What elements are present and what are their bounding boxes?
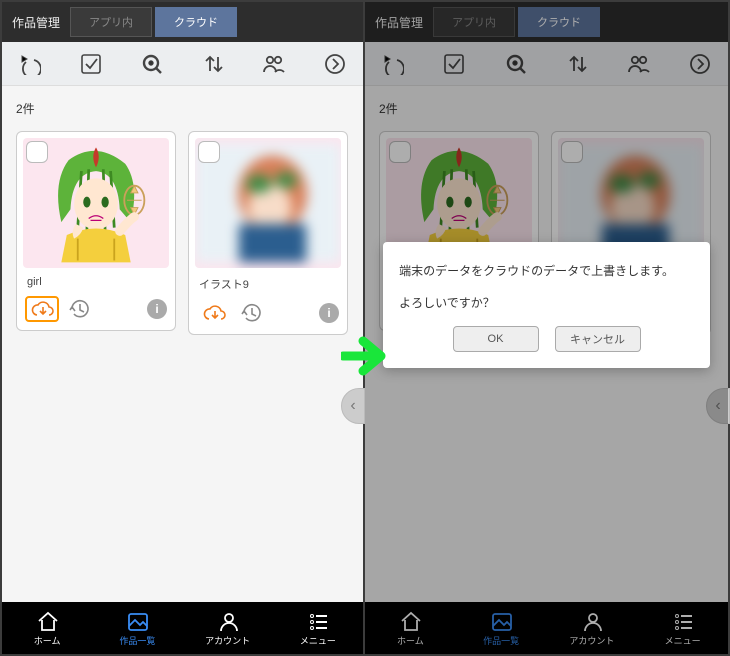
confirm-dialog: 端末のデータをクラウドのデータで上書きします。 よろしいですか？ OK キャンセ…	[383, 242, 710, 368]
search-icon[interactable]	[134, 46, 170, 82]
card-grid: girl i イラスト9	[2, 131, 363, 602]
select-checkbox[interactable]	[198, 141, 220, 163]
card-title: girl	[17, 274, 175, 292]
sort-icon[interactable]	[195, 46, 231, 82]
cloud-download-icon[interactable]	[25, 296, 59, 322]
share-people-icon[interactable]	[256, 46, 292, 82]
nav-label: 作品一覧	[119, 634, 155, 647]
header: 作品管理 アプリ内 クラウド	[2, 2, 363, 42]
nav-label: メニュー	[300, 634, 336, 647]
dialog-message-2: よろしいですか？	[399, 294, 694, 312]
select-all-icon[interactable]	[73, 46, 109, 82]
header-title: 作品管理	[2, 14, 70, 31]
card-girl[interactable]: girl i	[16, 131, 176, 331]
item-count: 2件	[2, 86, 363, 131]
nav-account[interactable]: アカウント	[183, 602, 273, 654]
screen-after: 作品管理 アプリ内 クラウド 2件 girl	[365, 2, 728, 654]
info-icon[interactable]: i	[319, 303, 339, 323]
bottom-nav: ホーム 作品一覧 アカウント メニュー	[2, 602, 363, 654]
screen-before: 作品管理 アプリ内 クラウド 2件 girl	[2, 2, 365, 654]
tab-cloud[interactable]: クラウド	[155, 7, 237, 37]
toolbar	[2, 42, 363, 86]
dialog-message-1: 端末のデータをクラウドのデータで上書きします。	[399, 262, 694, 280]
nav-label: ホーム	[34, 634, 61, 647]
ok-button[interactable]: OK	[453, 326, 539, 352]
card-illust9[interactable]: イラスト9 i	[188, 131, 348, 335]
cloud-download-icon[interactable]	[197, 300, 231, 326]
nav-home[interactable]: ホーム	[2, 602, 92, 654]
chevron-right-icon[interactable]	[317, 46, 353, 82]
nav-menu[interactable]: メニュー	[273, 602, 363, 654]
info-icon[interactable]: i	[147, 299, 167, 319]
nav-works[interactable]: 作品一覧	[92, 602, 182, 654]
cancel-button[interactable]: キャンセル	[555, 326, 641, 352]
tab-app-in[interactable]: アプリ内	[70, 7, 152, 37]
card-title: イラスト9	[189, 274, 347, 296]
history-icon[interactable]	[67, 297, 91, 321]
history-icon[interactable]	[239, 301, 263, 325]
refresh-icon[interactable]	[12, 46, 48, 82]
nav-label: アカウント	[205, 634, 250, 647]
select-checkbox[interactable]	[26, 141, 48, 163]
